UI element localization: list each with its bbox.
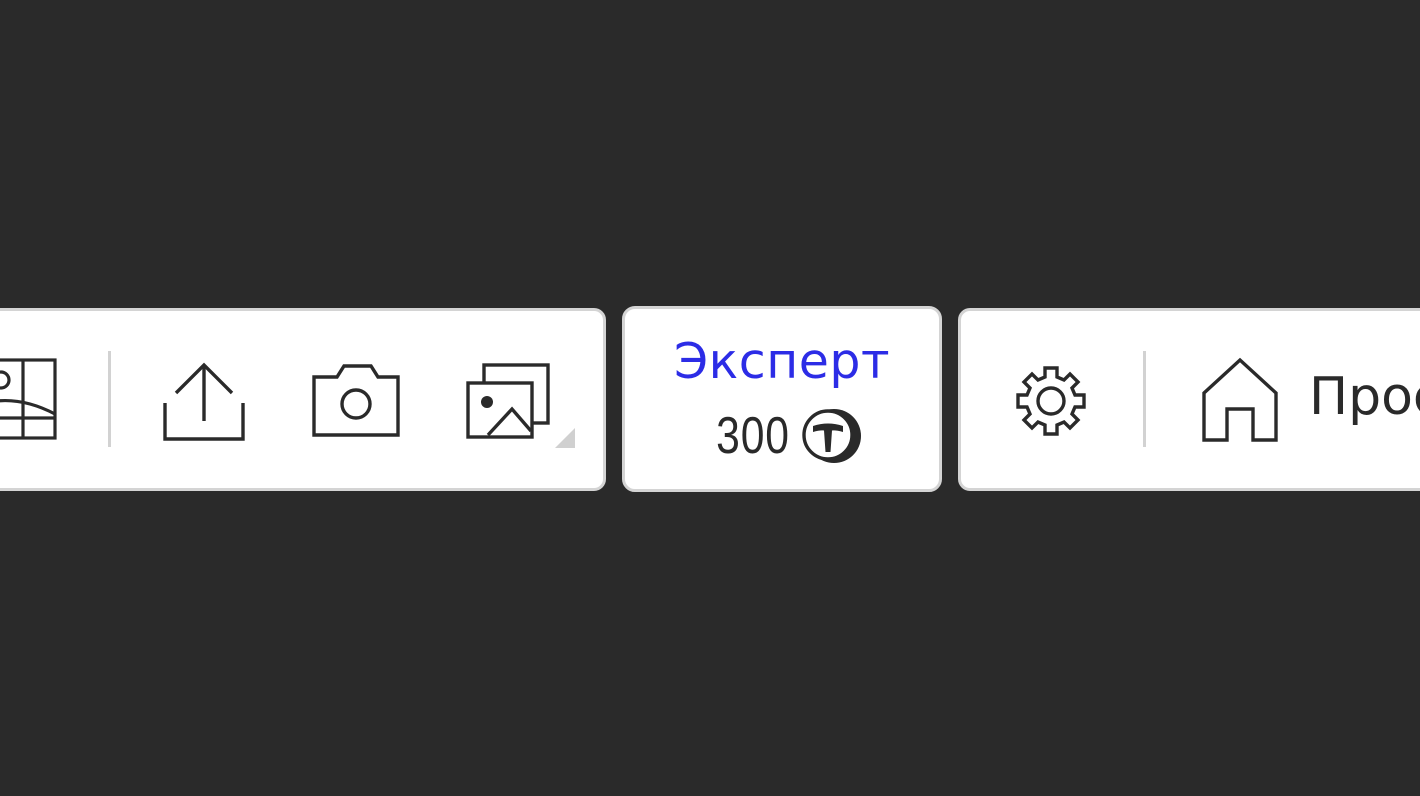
mode-price: 300 xyxy=(625,407,939,465)
mode-price-value: 300 xyxy=(716,407,790,465)
token-coin-icon xyxy=(800,407,864,465)
mode-title: Эксперт xyxy=(673,333,891,390)
gear-icon[interactable] xyxy=(1006,356,1096,446)
toolbar-divider xyxy=(108,351,111,447)
image-tools-panel xyxy=(0,308,606,491)
home-icon[interactable] xyxy=(1201,357,1279,443)
app-canvas: Эксперт 300 Про xyxy=(0,0,1420,796)
gallery-dropdown-corner-icon[interactable] xyxy=(555,428,575,448)
navigation-panel: Проє xyxy=(958,308,1420,491)
toolbar-divider xyxy=(1143,351,1146,447)
home-label[interactable]: Проє xyxy=(1309,371,1420,423)
expert-mode-button[interactable]: Эксперт 300 xyxy=(622,306,942,492)
map-view-icon[interactable] xyxy=(0,358,59,442)
camera-icon[interactable] xyxy=(311,363,401,441)
upload-icon[interactable] xyxy=(163,361,245,441)
image-gallery-icon[interactable] xyxy=(465,361,555,441)
